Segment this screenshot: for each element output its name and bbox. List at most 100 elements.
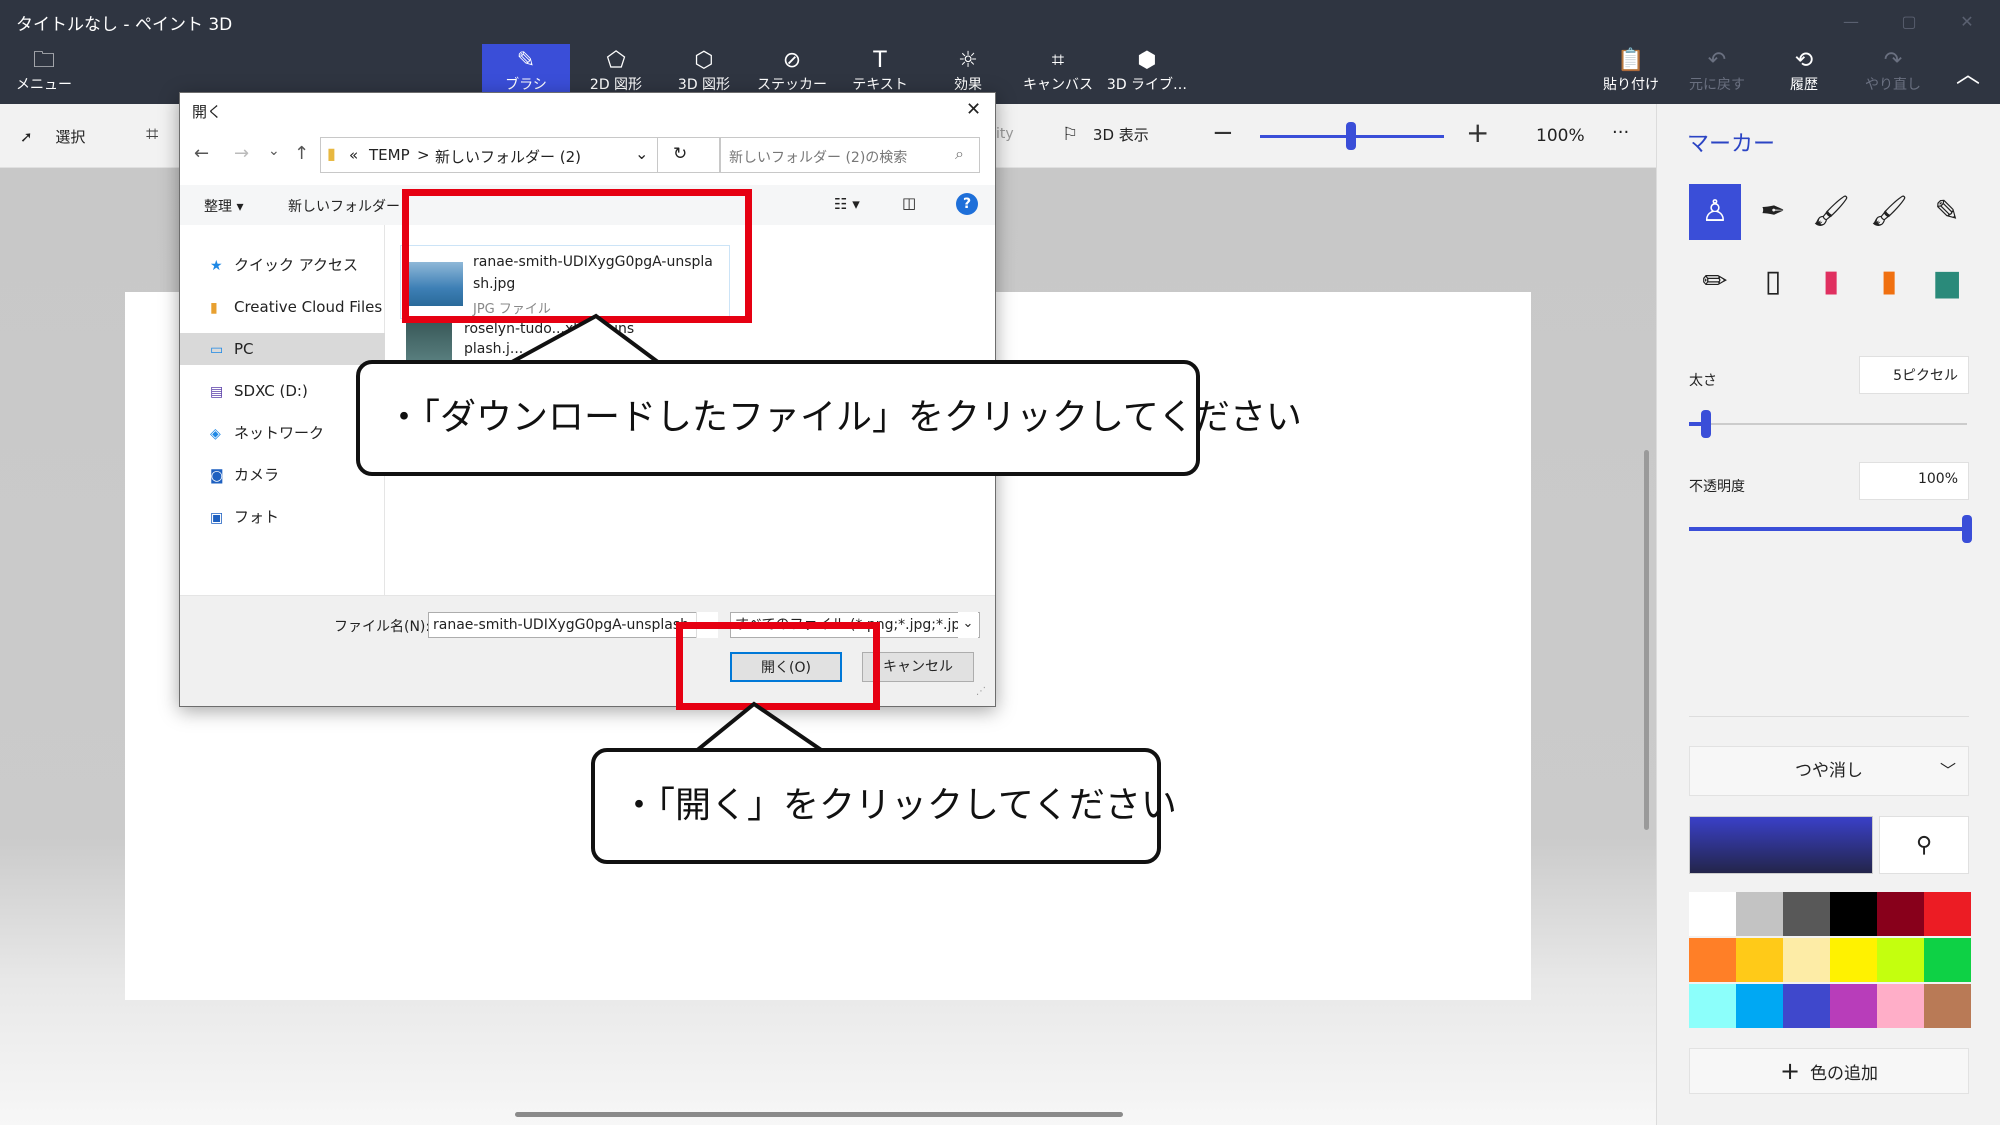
nav-label: ネットワーク: [234, 424, 325, 442]
tab-3d-library[interactable]: ⬢ 3D ライブ…: [1104, 44, 1190, 104]
callout-pointer-2: [686, 701, 834, 756]
search-icon[interactable]: ⌕: [955, 144, 964, 164]
oil-brush-tool[interactable]: 🖌: [1805, 184, 1857, 240]
dialog-close-button[interactable]: ✕: [966, 99, 981, 120]
current-color-swatch[interactable]: [1689, 816, 1873, 874]
resize-grip-icon[interactable]: ⋰: [976, 686, 986, 697]
calligraphy-pen-tool[interactable]: ✒: [1747, 184, 1799, 240]
view-options-icon[interactable]: ☷ ▾: [834, 195, 860, 213]
color-swatch[interactable]: [1924, 938, 1971, 982]
preview-pane-icon[interactable]: ◫: [902, 194, 916, 212]
view-3d-button[interactable]: ⚐ 3D 表示: [1062, 124, 1149, 145]
vertical-scrollbar[interactable]: [1644, 450, 1649, 830]
maximize-button[interactable]: ▢: [1886, 6, 1932, 38]
opacity-input[interactable]: 100%: [1859, 462, 1969, 500]
brush-panel: マーカー ♙ ✒ 🖌 🖌 ✎ ✏ ▯ ▮ ▮ ▆ 太さ 5ピクセル 不透明度 1…: [1656, 104, 2000, 1125]
fill-tool[interactable]: ▆: [1921, 254, 1973, 310]
horizontal-scrollbar[interactable]: [515, 1112, 1123, 1117]
watercolor-tool[interactable]: 🖌: [1863, 184, 1915, 240]
finish-dropdown[interactable]: つや消し ﹀: [1689, 746, 1969, 796]
redo-label: やり直し: [1865, 77, 1921, 93]
sd-card-icon: ▤: [210, 384, 224, 400]
breadcrumb-temp[interactable]: TEMP: [369, 146, 410, 164]
nav-quick-access[interactable]: ★ クイック アクセス: [210, 249, 385, 281]
color-swatch[interactable]: [1689, 892, 1736, 936]
nav-creative-cloud[interactable]: ▮ Creative Cloud Files: [210, 291, 385, 323]
close-button[interactable]: ✕: [1944, 6, 1990, 38]
up-arrow-icon[interactable]: ↑: [294, 143, 309, 164]
fill-bucket-icon: ▆: [1935, 264, 1959, 299]
color-swatch[interactable]: [1830, 938, 1877, 982]
color-swatch[interactable]: [1877, 938, 1924, 982]
nav-pc[interactable]: ▭ PC: [180, 333, 385, 365]
color-swatch[interactable]: [1783, 984, 1830, 1028]
redo-button[interactable]: ↷ やり直し: [1856, 44, 1930, 104]
chevron-down-icon[interactable]: ⌄: [958, 612, 978, 638]
color-swatch[interactable]: [1924, 984, 1971, 1028]
color-swatch[interactable]: [1689, 938, 1736, 982]
tab-canvas[interactable]: ⌗ キャンバス: [1012, 44, 1104, 104]
minimize-button[interactable]: —: [1828, 6, 1874, 38]
zoom-slider-thumb[interactable]: [1346, 122, 1356, 150]
oil-brush-icon: 🖌: [1811, 194, 1851, 229]
back-arrow-icon[interactable]: ←: [194, 143, 209, 164]
tab-label: キャンバス: [1023, 77, 1093, 93]
marker-tool[interactable]: ♙: [1689, 184, 1741, 240]
color-swatch[interactable]: [1783, 892, 1830, 936]
color-swatch[interactable]: [1736, 984, 1783, 1028]
thickness-slider[interactable]: [1689, 423, 1967, 425]
watercolor-icon: 🖌: [1869, 194, 1909, 229]
history-button[interactable]: ⟲ 履歴: [1768, 44, 1840, 104]
address-overflow[interactable]: «: [349, 146, 358, 164]
3d-library-icon: ⬢: [1137, 48, 1157, 73]
search-box[interactable]: 新しいフォルダー (2)の検索 ⌕: [720, 137, 980, 173]
color-swatch[interactable]: [1877, 984, 1924, 1028]
chevron-down-icon[interactable]: ⌄: [635, 144, 648, 163]
color-swatch[interactable]: [1877, 892, 1924, 936]
crop-icon[interactable]: ⌗: [146, 122, 158, 147]
color-swatch[interactable]: [1830, 984, 1877, 1028]
thickness-input[interactable]: 5ピクセル: [1859, 356, 1969, 394]
help-icon[interactable]: ?: [956, 193, 978, 215]
color-swatch[interactable]: [1689, 984, 1736, 1028]
pencil-tool[interactable]: ✏: [1689, 254, 1741, 310]
menu-button[interactable]: 🗀 メニュー: [14, 44, 74, 104]
recent-dropdown-icon[interactable]: ⌄: [268, 143, 280, 159]
organize-menu[interactable]: 整理 ▾: [204, 196, 243, 216]
filename-input[interactable]: ranae-smith-UDIXygG0pgA-unsplash: [428, 612, 718, 638]
add-color-button[interactable]: + 色の追加: [1689, 1048, 1969, 1094]
refresh-icon[interactable]: ↻: [673, 144, 687, 164]
color-swatch[interactable]: [1783, 938, 1830, 982]
select-tool-button[interactable]: ➚ 選択: [20, 126, 85, 147]
address-bar[interactable]: ▮ « TEMP > 新しいフォルダー (2) ⌄ ↻: [320, 137, 720, 173]
calligraphy-pen-icon: ✒: [1760, 194, 1786, 229]
pixel-pen-tool[interactable]: ✎: [1921, 184, 1973, 240]
paste-button[interactable]: 📋 貼り付け: [1594, 44, 1668, 104]
new-folder-button[interactable]: 新しいフォルダー: [288, 196, 400, 216]
eraser-tool[interactable]: ▯: [1747, 254, 1799, 310]
zoom-level[interactable]: 100%: [1536, 126, 1585, 146]
effects-icon: ☼: [958, 48, 978, 73]
thickness-slider-thumb[interactable]: [1700, 410, 1711, 438]
thickness-label: 太さ: [1689, 373, 1717, 389]
forward-arrow-icon[interactable]: →: [234, 143, 249, 164]
zoom-in-button[interactable]: +: [1466, 116, 1489, 149]
breadcrumb-folder[interactable]: 新しいフォルダー (2): [435, 146, 581, 167]
color-swatch[interactable]: [1736, 938, 1783, 982]
crayon-icon: ▮: [1822, 264, 1840, 299]
nav-photos[interactable]: ▣ フォト: [210, 501, 385, 533]
color-swatch[interactable]: [1736, 892, 1783, 936]
collapse-ribbon-button[interactable]: ︿: [1946, 44, 1990, 104]
eraser-icon: ▯: [1764, 264, 1782, 299]
zoom-out-button[interactable]: −: [1212, 118, 1234, 148]
undo-button[interactable]: ↶ 元に戻す: [1680, 44, 1754, 104]
opacity-slider-thumb[interactable]: [1962, 515, 1972, 543]
nav-label: Creative Cloud Files: [234, 298, 383, 316]
crayon-tool[interactable]: ▮: [1805, 254, 1857, 310]
spray-can-tool[interactable]: ▮: [1863, 254, 1915, 310]
color-swatch[interactable]: [1830, 892, 1877, 936]
eyedropper-button[interactable]: ⚲: [1879, 816, 1969, 874]
more-options-button[interactable]: ···: [1612, 122, 1629, 143]
chevron-down-icon: ﹀: [1939, 761, 1956, 780]
color-swatch[interactable]: [1924, 892, 1971, 936]
